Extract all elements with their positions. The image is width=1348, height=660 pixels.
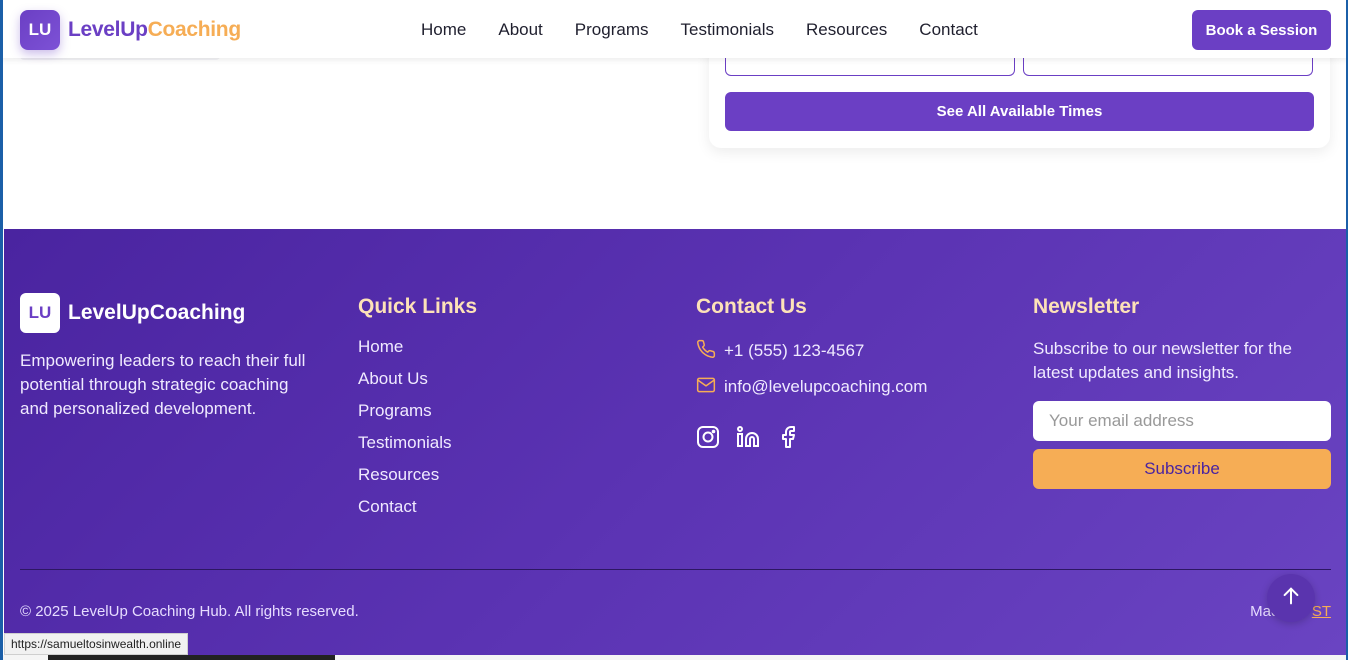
instagram-icon[interactable] bbox=[696, 425, 720, 449]
footer-divider bbox=[20, 569, 1331, 570]
nav-about[interactable]: About bbox=[498, 20, 542, 40]
footer-link-about[interactable]: About Us bbox=[358, 369, 477, 401]
made-by-link[interactable]: ST bbox=[1312, 603, 1331, 620]
footer-logo-text: LevelUpCoaching bbox=[68, 301, 246, 324]
phone-icon bbox=[696, 339, 724, 364]
nav-contact[interactable]: Contact bbox=[919, 20, 978, 40]
newsletter-email-input[interactable]: Your email address bbox=[1033, 401, 1331, 441]
contact-email[interactable]: info@levelupcoaching.com bbox=[696, 369, 927, 405]
footer-quick-links: Quick Links Home About Us Programs Testi… bbox=[358, 293, 477, 529]
quick-links-heading: Quick Links bbox=[358, 295, 478, 318]
see-all-times-button[interactable]: See All Available Times bbox=[725, 92, 1314, 131]
newsletter-heading: Newsletter bbox=[1033, 295, 1140, 318]
site-header: LU LevelUpCoaching Home About Programs T… bbox=[0, 0, 1348, 58]
nav-programs[interactable]: Programs bbox=[575, 20, 649, 40]
main-nav: Home About Programs Testimonials Resourc… bbox=[421, 20, 1010, 40]
subscribe-button[interactable]: Subscribe bbox=[1033, 449, 1331, 489]
logo-text: LevelUpCoaching bbox=[68, 18, 241, 41]
newsletter-text: Subscribe to our newsletter for the late… bbox=[1033, 339, 1292, 382]
footer-link-testimonials[interactable]: Testimonials bbox=[358, 433, 477, 465]
footer-newsletter: Newsletter Subscribe to our newsletter f… bbox=[1033, 293, 1333, 489]
logo-badge: LU bbox=[20, 10, 60, 50]
link-status-url: https://samueltosinwealth.online bbox=[4, 633, 189, 655]
footer-about: LU LevelUpCoaching Empowering leaders to… bbox=[20, 293, 310, 421]
site-footer: LU LevelUpCoaching Empowering leaders to… bbox=[4, 229, 1347, 660]
footer-link-contact[interactable]: Contact bbox=[358, 497, 477, 529]
footer-description: Empowering leaders to reach their full p… bbox=[20, 351, 306, 418]
taskbar-strip bbox=[0, 655, 1348, 660]
footer-link-programs[interactable]: Programs bbox=[358, 401, 477, 433]
nav-home[interactable]: Home bbox=[421, 20, 466, 40]
linkedin-icon[interactable] bbox=[736, 425, 760, 449]
contact-heading: Contact Us bbox=[696, 295, 807, 318]
contact-phone[interactable]: +1 (555) 123-4567 bbox=[696, 333, 927, 369]
footer-logo[interactable]: LU LevelUpCoaching bbox=[20, 293, 310, 333]
facebook-icon[interactable] bbox=[776, 425, 800, 449]
mail-icon bbox=[696, 375, 724, 400]
site-logo[interactable]: LU LevelUpCoaching bbox=[20, 10, 241, 50]
scroll-to-top-button[interactable] bbox=[1267, 574, 1315, 622]
window-border-left bbox=[0, 0, 3, 660]
footer-link-resources[interactable]: Resources bbox=[358, 465, 477, 497]
footer-link-home[interactable]: Home bbox=[358, 337, 477, 369]
copyright-text: © 2025 LevelUp Coaching Hub. All rights … bbox=[20, 603, 359, 620]
email-text: info@levelupcoaching.com bbox=[724, 377, 928, 396]
footer-contact: Contact Us +1 (555) 123-4567 info@levelu… bbox=[696, 293, 927, 449]
nav-testimonials[interactable]: Testimonials bbox=[680, 20, 774, 40]
book-session-button[interactable]: Book a Session bbox=[1192, 10, 1331, 50]
social-links bbox=[696, 425, 927, 449]
nav-resources[interactable]: Resources bbox=[806, 20, 887, 40]
phone-text: +1 (555) 123-4567 bbox=[724, 341, 865, 360]
arrow-up-icon bbox=[1280, 585, 1302, 612]
footer-logo-badge: LU bbox=[20, 293, 60, 333]
